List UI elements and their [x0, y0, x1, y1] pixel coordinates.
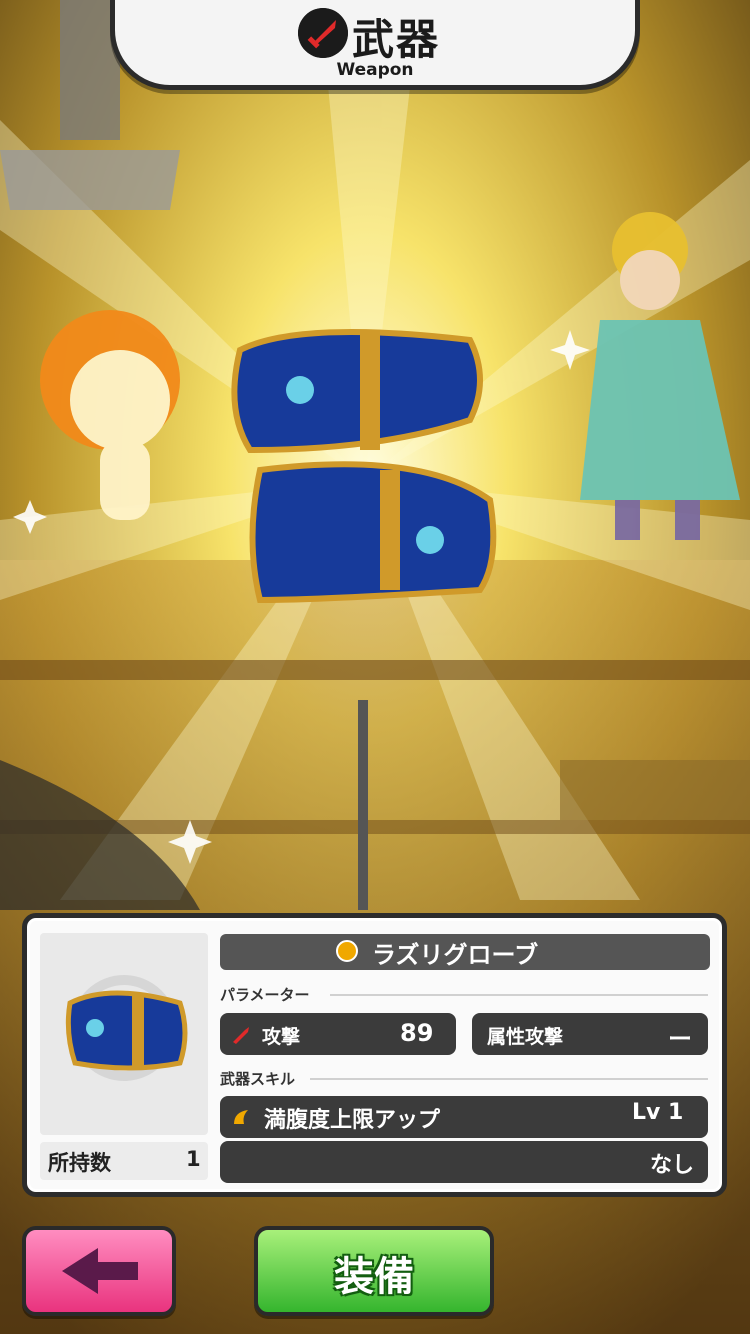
sword-icon: [298, 8, 348, 58]
item-thumbnail: [40, 933, 208, 1135]
back-arrow-icon: [62, 1248, 138, 1294]
back-button[interactable]: [22, 1226, 176, 1316]
attack-label: 攻撃: [262, 1026, 301, 1048]
sword-icon: [233, 1027, 249, 1044]
page-title: 武器: [352, 15, 441, 64]
divider: [310, 1078, 708, 1080]
orb-icon: [336, 940, 358, 962]
owned-value: 1: [186, 1147, 201, 1171]
item-name: ラズリグローブ: [372, 941, 539, 969]
owned-label: 所持数: [48, 1151, 111, 1175]
page-subtitle: Weapon: [336, 60, 414, 80]
skill-row-secondary: [220, 1141, 708, 1183]
element-attack-value: ー: [668, 1025, 692, 1053]
gauntlet-thumbnail-icon: [65, 975, 188, 1081]
attack-value: 89: [400, 1019, 434, 1047]
skill-icon: [234, 1110, 248, 1124]
equip-button-label: 装備: [334, 1254, 414, 1300]
divider: [330, 994, 708, 996]
skill-section-label: 武器スキル: [220, 1070, 296, 1088]
skill-name: 満腹度上限アップ: [264, 1108, 441, 1133]
skill-level: Lv 1: [632, 1100, 684, 1125]
element-attack-label: 属性攻撃: [487, 1026, 564, 1048]
skill-secondary: なし: [650, 1153, 695, 1178]
parameter-section-label: パラメーター: [220, 986, 310, 1004]
